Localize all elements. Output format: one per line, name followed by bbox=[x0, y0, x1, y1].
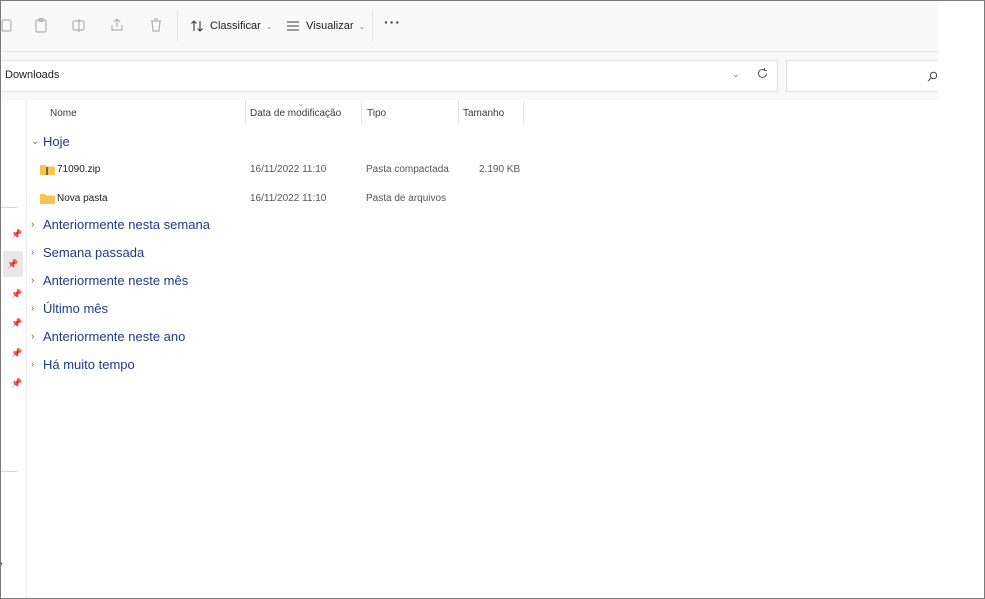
view-icon bbox=[287, 21, 299, 31]
group-label: Anteriormente nesta semana bbox=[43, 217, 210, 232]
rename-icon[interactable] bbox=[70, 15, 88, 35]
file-row[interactable]: 71090.zip 16/11/2022 11:10 Pasta compact… bbox=[39, 160, 539, 180]
address-bar[interactable]: Downloads ⌄ bbox=[1, 60, 778, 92]
chevron-down-icon: ⌄ bbox=[358, 21, 366, 31]
group-label: Anteriormente neste mês bbox=[43, 273, 189, 288]
paste-icon[interactable] bbox=[32, 15, 50, 35]
column-header-name[interactable]: Nome bbox=[50, 108, 77, 119]
group-header-last-week[interactable]: › Semana passada bbox=[31, 245, 144, 260]
group-label: Há muito tempo bbox=[43, 357, 135, 372]
sort-icon bbox=[191, 20, 203, 32]
address-row: Downloads ⌄ bbox=[1, 52, 939, 100]
address-path[interactable]: Downloads bbox=[5, 69, 59, 81]
pin-icon[interactable]: 📌 bbox=[11, 229, 22, 240]
column-header-date[interactable]: Data de modificação bbox=[250, 108, 341, 119]
file-name: Nova pasta bbox=[57, 193, 108, 204]
toolbar-separator bbox=[372, 11, 373, 41]
group-header-earlier-this-week[interactable]: › Anteriormente nesta semana bbox=[31, 217, 210, 232]
file-date: 16/11/2022 11:10 bbox=[250, 193, 327, 204]
zip-folder-icon bbox=[40, 163, 55, 178]
group-label: Semana passada bbox=[43, 245, 145, 260]
column-separator[interactable] bbox=[523, 101, 524, 125]
copy-icon[interactable] bbox=[1, 15, 15, 35]
group-header-today[interactable]: ⌄ Hoje bbox=[31, 134, 70, 149]
column-separator[interactable] bbox=[458, 101, 459, 125]
nav-divider bbox=[1, 471, 17, 472]
file-size: 2.190 KB bbox=[479, 164, 521, 175]
chevron-right-icon: › bbox=[31, 331, 35, 342]
chevron-right-icon: › bbox=[31, 247, 35, 258]
column-header-type[interactable]: Tipo bbox=[367, 108, 386, 119]
chevron-right-icon: › bbox=[31, 275, 35, 286]
group-label: Hoje bbox=[43, 134, 70, 149]
share-icon[interactable] bbox=[108, 15, 126, 35]
pin-icon[interactable]: 📌 bbox=[11, 348, 22, 359]
file-type: Pasta compactada bbox=[366, 164, 449, 175]
chevron-right-icon: › bbox=[31, 219, 35, 230]
refresh-icon[interactable] bbox=[756, 67, 769, 85]
nav-expand-icon[interactable]: › bbox=[1, 556, 3, 570]
chevron-down-icon[interactable]: ⌄ bbox=[732, 69, 740, 80]
view-label: Visualizar bbox=[306, 20, 354, 32]
file-row[interactable]: Nova pasta 16/11/2022 11:10 Pasta de arq… bbox=[39, 189, 539, 209]
toolbar-separator bbox=[177, 11, 178, 41]
search-input[interactable] bbox=[786, 60, 939, 92]
file-date: 16/11/2022 11:10 bbox=[250, 164, 327, 175]
pin-icon[interactable]: 📌 bbox=[11, 289, 22, 300]
search-icon[interactable] bbox=[927, 69, 938, 87]
delete-icon[interactable] bbox=[147, 15, 165, 35]
chevron-down-icon: ⌄ bbox=[31, 136, 40, 147]
sort-indicator-icon: ⌄ bbox=[298, 101, 304, 108]
chevron-right-icon: › bbox=[31, 303, 35, 314]
group-header-earlier-this-year[interactable]: › Anteriormente neste ano bbox=[31, 329, 185, 344]
pin-icon[interactable]: 📌 bbox=[11, 318, 22, 329]
chevron-right-icon: › bbox=[31, 359, 35, 370]
group-label: Anteriormente neste ano bbox=[43, 329, 186, 344]
navigation-pane: 📌 📌 📌 📌 📌 📌 › bbox=[1, 101, 27, 598]
chevron-down-icon: ⌄ bbox=[265, 21, 273, 31]
column-separator[interactable] bbox=[361, 101, 362, 125]
more-options-button[interactable]: ··· bbox=[384, 14, 401, 30]
command-bar: Classificar ⌄ Visualizar ⌄ ··· bbox=[1, 1, 938, 52]
pin-icon[interactable]: 📌 bbox=[11, 378, 22, 389]
file-explorer-window: Classificar ⌄ Visualizar ⌄ ··· Downloads… bbox=[0, 0, 985, 599]
group-header-last-month[interactable]: › Último mês bbox=[31, 301, 108, 316]
sort-button[interactable]: Classificar ⌄ bbox=[190, 15, 272, 37]
group-header-earlier-this-month[interactable]: › Anteriormente neste mês bbox=[31, 273, 188, 288]
column-header-size[interactable]: Tamanho bbox=[463, 108, 504, 119]
file-type: Pasta de arquivos bbox=[366, 193, 447, 204]
nav-divider bbox=[1, 207, 17, 208]
file-name: 71090.zip bbox=[57, 164, 101, 175]
group-header-long-ago[interactable]: › Há muito tempo bbox=[31, 357, 135, 372]
column-separator[interactable] bbox=[245, 101, 246, 125]
sort-label: Classificar bbox=[210, 20, 261, 32]
pin-icon[interactable]: 📌 bbox=[3, 251, 23, 277]
view-button[interactable]: Visualizar ⌄ bbox=[286, 15, 365, 37]
group-label: Último mês bbox=[43, 301, 109, 316]
details-pane bbox=[938, 1, 984, 598]
folder-icon bbox=[40, 192, 55, 207]
